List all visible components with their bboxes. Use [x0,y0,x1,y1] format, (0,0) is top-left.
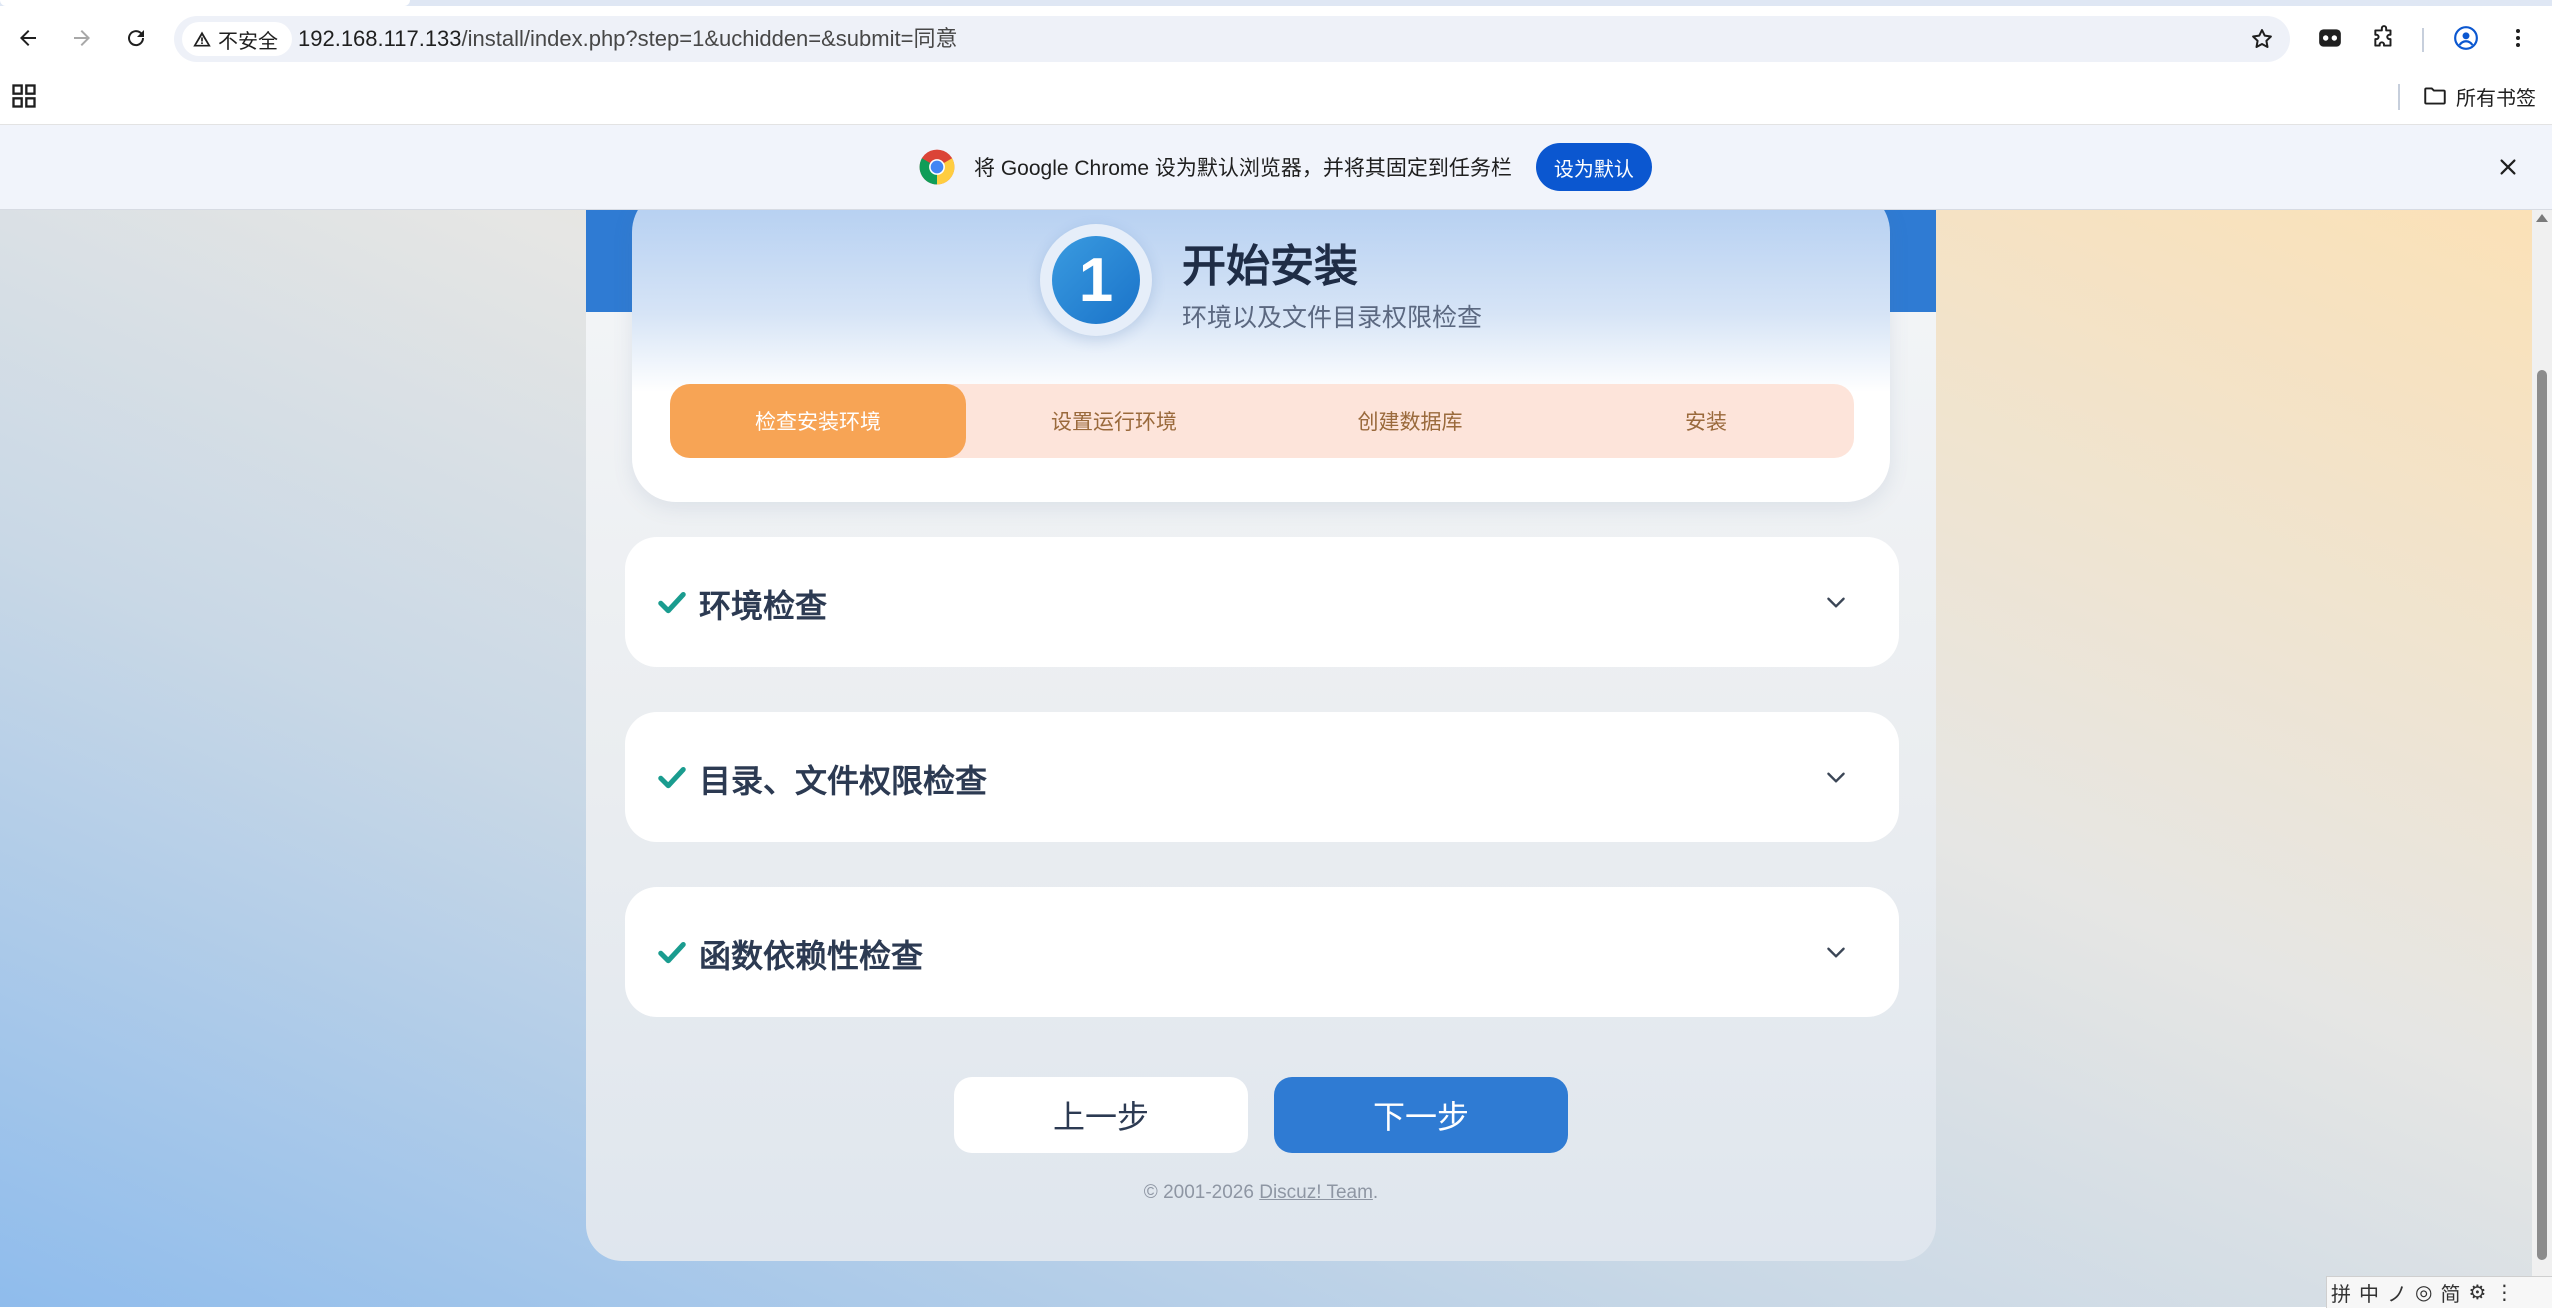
default-browser-infobar: 将 Google Chrome 设为默认浏览器，并将其固定到任务栏 设为默认 [0,125,2552,210]
ime-emoji-button[interactable]: ◎ [2411,1280,2436,1305]
profile-button[interactable] [2448,20,2484,56]
url-host: 192.168.117.133 [298,26,462,51]
back-arrow-icon [20,30,36,46]
check-icon [658,767,686,789]
check-icon [658,942,686,964]
extension-button[interactable] [2312,20,2348,56]
next-step-button[interactable]: 下一步 [1274,1077,1568,1153]
security-chip[interactable]: 不安全 [182,22,292,56]
url-path: /install/index.php?step=1&uchidden=&subm… [461,26,958,51]
browser-toolbar: 不安全 192.168.117.133/install/index.php?st… [0,6,2552,70]
step-subtitle: 环境以及文件目录权限检查 [1182,304,1483,332]
progress-step-create-db: 创建数据库 [1357,411,1463,434]
chevron-down-icon[interactable] [1823,939,1849,965]
all-bookmarks-label: 所有书签 [2456,87,2536,110]
page-scrollbar[interactable] [2532,210,2552,1307]
install-progress-bar: 检查安装环境 设置运行环境 创建数据库 安装 [670,384,1854,458]
page-viewport: 1 开始安装 环境以及文件目录权限检查 检查安装环境 设置运行环境 创建数据库 … [0,210,2532,1307]
ime-pinyin-button[interactable]: 拼 [2327,1278,2355,1307]
install-panel: 1 开始安装 环境以及文件目录权限检查 检查安装环境 设置运行环境 创建数据库 … [586,210,1936,1261]
check-icon [658,592,686,614]
warning-icon [193,31,211,47]
set-default-button[interactable]: 设为默认 [1535,143,1652,191]
url-text[interactable]: 192.168.117.133/install/index.php?step=1… [298,16,957,62]
toolbar-separator [2422,28,2424,52]
progress-step-check-env: 检查安装环境 [670,384,966,458]
footer-copyright: © 2001-2026 [1143,1182,1260,1203]
star-icon [2252,29,2272,48]
ime-chinese-mode-button[interactable]: 中 [2355,1278,2383,1307]
ime-punctuation-button[interactable]: ノ [2383,1278,2411,1307]
extensions-button[interactable] [2366,20,2402,56]
close-icon [2500,159,2516,175]
infobar-message: 将 Google Chrome 设为默认浏览器，并将其固定到任务栏 [974,157,1512,180]
infobar-close-button[interactable] [2490,149,2526,185]
ime-settings-button[interactable]: ⚙ [2464,1280,2490,1305]
reload-icon [128,30,145,47]
chevron-down-icon[interactable] [1823,589,1849,615]
footer-period: . [1372,1182,1379,1203]
bookmarks-separator [2398,84,2400,110]
step-number: 1 [1052,236,1140,324]
ime-toolbar: 拼 中 ノ ◎ 简 ⚙ ⋮ [2326,1276,2552,1308]
ime-more-button[interactable]: ⋮ [2490,1280,2518,1305]
extension-app-icon [2319,29,2341,47]
footer: © 2001-2026 Discuz! Team. [586,1182,1936,1204]
step-title: 开始安装 [1182,242,1358,291]
prev-step-button[interactable]: 上一步 [954,1077,1248,1153]
profile-icon [2454,26,2478,50]
section-title: 函数依赖性检查 [699,938,924,974]
infobar-content: 将 Google Chrome 设为默认浏览器，并将其固定到任务栏 设为默认 [918,143,1652,191]
kebab-menu-icon [2516,29,2520,47]
forward-arrow-icon [74,30,90,46]
ime-simplified-button[interactable]: 简 [2436,1278,2464,1307]
chrome-logo-icon [919,149,955,185]
address-bar[interactable]: 不安全 192.168.117.133/install/index.php?st… [174,16,2290,62]
scroll-up-arrow-icon[interactable] [2536,214,2548,222]
back-button[interactable] [8,18,48,58]
security-label: 不安全 [218,30,278,53]
menu-button[interactable] [2500,20,2536,56]
section-env-check[interactable]: 环境检查 [625,537,1899,667]
bookmarks-bar: 所有书签 [0,72,2552,124]
section-title: 环境检查 [699,588,828,624]
discuz-team-link[interactable]: Discuz! Team [1259,1182,1373,1203]
forward-button[interactable] [62,18,102,58]
section-dir-permission-check[interactable]: 目录、文件权限检查 [625,712,1899,842]
browser-chrome: 不安全 192.168.117.133/install/index.php?st… [0,0,2552,125]
scroll-thumb[interactable] [2537,370,2547,1260]
puzzle-icon [2374,25,2392,47]
step-header-card: 1 开始安装 环境以及文件目录权限检查 检查安装环境 设置运行环境 创建数据库 … [632,210,1890,502]
section-function-dependency-check[interactable]: 函数依赖性检查 [625,887,1899,1017]
progress-step-setup-env: 设置运行环境 [1051,411,1177,434]
bookmark-star-button[interactable] [2244,21,2280,57]
all-bookmarks-button[interactable]: 所有书签 [2422,78,2536,114]
step-badge: 1 [1040,224,1152,336]
progress-step-install: 安装 [1685,411,1727,434]
reload-button[interactable] [116,18,156,58]
chevron-down-icon[interactable] [1823,764,1849,790]
section-title: 目录、文件权限检查 [699,763,988,799]
apps-grid-icon[interactable] [10,82,38,110]
folder-icon [2424,87,2446,105]
